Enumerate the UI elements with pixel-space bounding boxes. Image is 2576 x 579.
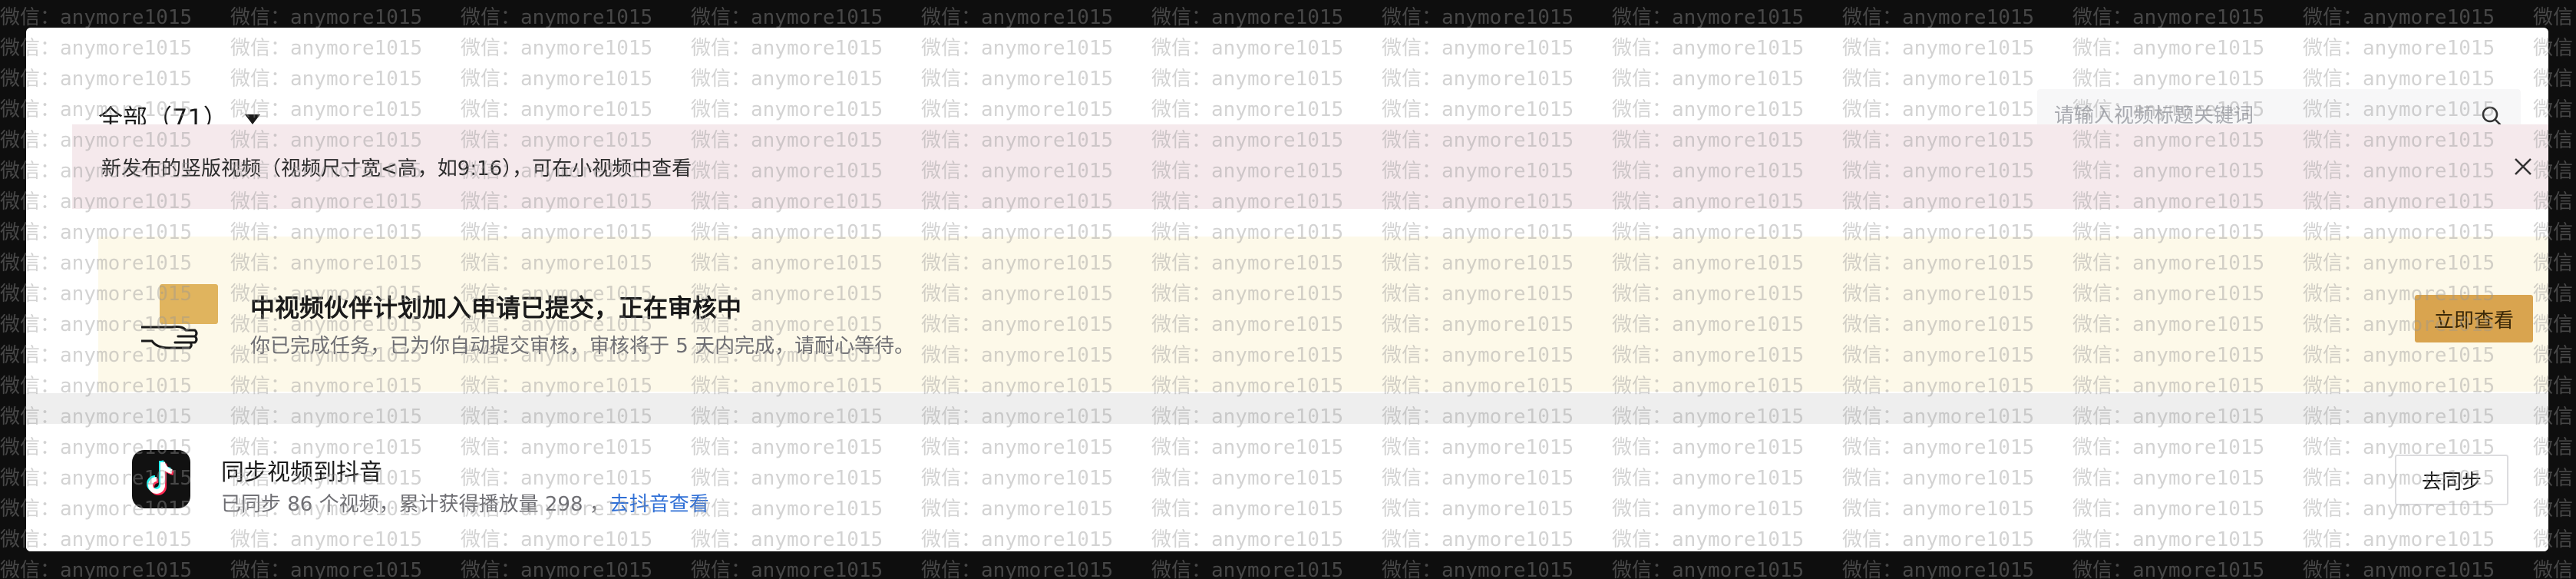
watermark-text: 微信：anymore1015: [1842, 559, 2035, 579]
watermark-text: 微信：anymore1015: [230, 6, 423, 29]
watermark-text: 微信：anymore1015: [1612, 559, 1805, 579]
watermark-text: 微信：anymore1015: [461, 559, 653, 579]
caret-down-icon: [244, 114, 260, 124]
partner-title: 中视频伙伴计划加入申请已提交，正在审核中: [250, 293, 742, 323]
go-sync-button[interactable]: 去同步: [2395, 455, 2508, 505]
hand-illustration-icon: [141, 284, 221, 353]
watermark-text: 微信：anymore1015: [2533, 6, 2576, 29]
watermark-text: 微信：anymore1015: [2072, 6, 2265, 29]
watermark-text: 微信：anymore1015: [921, 6, 1114, 29]
watermark-text: 微信：anymore1015: [691, 6, 883, 29]
watermark-text: 微信：anymore1015: [461, 6, 653, 29]
partner-program-banner: 中视频伙伴计划加入申请已提交，正在审核中 你已完成任务，已为你自动提交审核，审核…: [98, 237, 2548, 392]
close-icon[interactable]: [2507, 151, 2539, 183]
watermark-text: 微信：anymore1015: [0, 6, 193, 29]
watermark-text: 微信：anymore1015: [2072, 559, 2265, 579]
watermark-text: 微信：anymore1015: [1612, 6, 1805, 29]
watermark-text: 微信：anymore1015: [691, 559, 883, 579]
view-now-button[interactable]: 立即查看: [2415, 295, 2533, 342]
vertical-video-notice: 新发布的竖版视频（视频尺寸宽<高，如9:16），可在小视频中查看: [72, 124, 2548, 209]
watermark-text: 微信：anymore1015: [1382, 6, 1574, 29]
watermark-text: 微信：anymore1015: [2303, 6, 2495, 29]
watermark-text: 微信：anymore1015: [1382, 559, 1574, 579]
watermark-text: 微信：anymore1015: [921, 559, 1114, 579]
sync-title: 同步视频到抖音: [221, 459, 382, 486]
view-on-douyin-link[interactable]: 去抖音查看: [609, 493, 709, 516]
watermark-text: 微信：anymore1015: [0, 559, 193, 579]
watermark-text: 微信：anymore1015: [1151, 6, 1344, 29]
watermark-text: 微信：anymore1015: [1842, 6, 2035, 29]
notice-text: 新发布的竖版视频（视频尺寸宽<高，如9:16），可在小视频中查看: [101, 157, 692, 180]
douyin-sync-row: 同步视频到抖音 已同步 86 个视频，累计获得播放量 298 ，去抖音查看 去同…: [26, 424, 2548, 551]
watermark-text: 微信：anymore1015: [1151, 559, 1344, 579]
sync-stats-text: 已同步 86 个视频，累计获得播放量 298 ，: [221, 493, 609, 516]
video-management-panel: 全部（71） 新发布的竖版视频（视频尺寸宽<高，如9:16），可在小视频中查看 …: [26, 28, 2548, 551]
watermark-text: 微信：anymore1015: [2303, 559, 2495, 579]
tiktok-logo-icon: [132, 450, 190, 508]
watermark-text: 微信：anymore1015: [2533, 559, 2576, 579]
watermark-text: 微信：anymore1015: [230, 559, 423, 579]
sync-stats: 已同步 86 个视频，累计获得播放量 298 ，去抖音查看: [221, 488, 709, 517]
section-divider: [26, 393, 2548, 424]
partner-description: 你已完成任务，已为你自动提交审核，审核将于 5 天内完成，请耐心等待。: [250, 335, 915, 358]
